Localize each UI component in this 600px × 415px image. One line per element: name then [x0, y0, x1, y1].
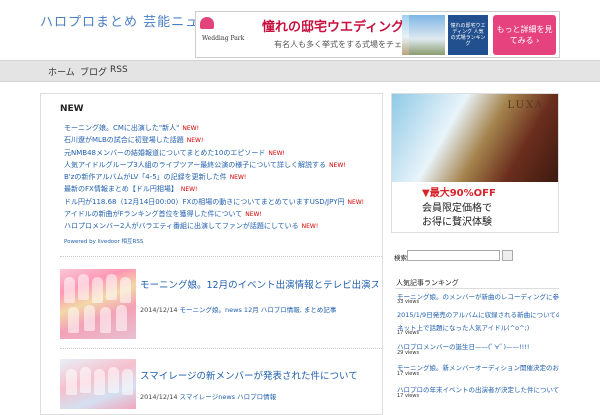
top-banner-ad[interactable]: Wedding Park 憧れの邸宅ウエディング! 有名人も多く挙式をする式場を… — [195, 11, 560, 58]
ranking-item-views: 29 views — [397, 350, 420, 356]
new-article-link[interactable]: アイドルの新曲がFランキング首位を獲得した件について — [64, 210, 242, 218]
post-tags[interactable]: ハロプロ情報, まとめ記事 — [261, 306, 337, 314]
wedding-park-logo: Wedding Park — [198, 15, 256, 53]
new-badge: NEW! — [229, 174, 247, 182]
new-article-item: 最新のFX情報まとめ【ドル円相場】 NEW! — [64, 183, 382, 195]
new-article-link[interactable]: 石川遼がMLBの試合に初登場した話題 — [64, 136, 184, 144]
banner-subtext: 有名人も多く挙式をする式場をチェック — [274, 40, 418, 49]
new-article-link[interactable]: 人気アイドルグループ3人組のライブツアー最終公演の様子について詳しく解説する — [64, 161, 326, 169]
new-badge: NEW! — [347, 198, 365, 206]
new-article-item: ハロプロメンバー2人がバラエティ番組に出演してファンが話題にしている NEW! — [64, 220, 382, 232]
ranking-item-title[interactable]: ハロプロメンバーの誕生日——(ﾟ∀ﾟ)——!!!! — [397, 341, 559, 351]
banner-badge: 憧れの邸宅ウエディング 人気の式場ランキング — [448, 15, 488, 55]
divider — [395, 288, 559, 289]
new-badge: NEW! — [186, 137, 204, 145]
ranking-item-views: 17 views — [397, 371, 420, 377]
nav-item-home[interactable]: ホーム — [48, 65, 75, 78]
new-article-link[interactable]: ドル円が118.68（12月14日00:00）FXの相場の動きについてまとめてい… — [64, 198, 344, 206]
new-badge: NEW! — [182, 125, 199, 132]
heart-icon — [200, 17, 214, 29]
main-content: NEW モーニング娘。CMに出演した"新人" NEW! 石川遼がMLBの試合に初登場… — [40, 93, 383, 415]
luxa-logo: LUXA — [507, 100, 544, 111]
post-thumbnail[interactable] — [60, 359, 136, 409]
ad-discount: ▼最大90%OFF — [422, 188, 496, 199]
post-meta: 2014/12/14 モーニング娘。news 12月 ハロプロ情報, まとめ記事 — [140, 304, 336, 314]
banner-more-button[interactable]: もっと詳細を見てみる › — [493, 15, 556, 55]
search-button[interactable] — [502, 250, 513, 261]
ranking-item-views: 17 views — [397, 393, 420, 399]
post-category[interactable]: モーニング娘。news 12月 — [180, 306, 259, 314]
new-article-item: 人気アイドルグループ3人組のライブツアー最終公演の様子について詳しく解説する NE… — [64, 159, 382, 171]
post-title[interactable]: スマイレージの新メンバーが発表された件について — [140, 368, 378, 382]
new-article-item: モーニング娘。CMに出演した"新人" NEW! — [64, 122, 382, 134]
new-article-item: 石川遼がMLBの試合に初登場した話題 NEW! — [64, 134, 382, 146]
ranking-item-title[interactable]: ネット上で話題になった人気アイドル(^o^;) — [397, 322, 559, 332]
post-date: 2014/12/14 — [140, 306, 178, 314]
nav-item-rss[interactable]: RSS — [110, 65, 128, 75]
new-article-link[interactable]: B'zの新作アルバムがLV「4-5」の記録を更新した件 — [64, 173, 227, 181]
new-badge: NEW! — [301, 223, 319, 231]
main-nav: ホーム ブログ RSS — [0, 60, 600, 82]
ad-copy: お得に贅沢体験 — [422, 217, 492, 228]
post-title[interactable]: モーニング娘。12月のイベント出演情報とテレビ出演スケジュールまとめ（1） — [140, 277, 378, 291]
nav-item-blog[interactable]: ブログ — [80, 65, 107, 78]
post-thumbnail[interactable] — [60, 269, 136, 339]
ranking-item-title[interactable]: モーニング娘。のメンバーが新曲のレコーディングに参加したエピソードまとめ — [397, 291, 559, 301]
banner-headline: 憧れの邸宅ウエディング! — [262, 20, 410, 35]
new-badge: NEW! — [329, 161, 346, 169]
new-badge: NEW! — [268, 149, 285, 157]
new-section-heading: NEW — [60, 104, 84, 114]
new-article-item: アイドルの新曲がFランキング首位を獲得した件について NEW! — [64, 208, 382, 220]
ranking-item-title[interactable]: ハロプロの年末イベントの出演者が決定した件についてファンの反応をまとめてみた — [397, 384, 559, 394]
powered-by-link[interactable]: Powered by livedoor 相互RSS — [64, 237, 143, 245]
new-article-link[interactable]: ハロプロメンバー2人がバラエティ番組に出演してファンが話題にしている — [64, 222, 299, 230]
new-article-link[interactable]: モーニング娘。CMに出演した"新人" — [64, 124, 179, 132]
sidebar-ad-luxa[interactable]: LUXA ▼最大90%OFF 会員限定価格で お得に贅沢体験 — [391, 93, 559, 233]
ranking-item-views: 17 views — [397, 330, 420, 336]
ranking-heading: 人気記事ランキング — [396, 279, 459, 287]
new-article-link[interactable]: 元NMB48メンバーの結婚報道についてまとめた10のエピソード — [64, 149, 265, 157]
new-articles-list: モーニング娘。CMに出演した"新人" NEW! 石川遼がMLBの試合に初登場した話題… — [64, 122, 382, 233]
banner-photo — [409, 15, 445, 55]
ranking-item-title[interactable]: モーニング娘。新メンバーオーディション開催決定のお知らせ！HAPPYが止まらない — [397, 362, 559, 372]
banner-brand: Wedding Park — [202, 35, 245, 42]
new-article-item: ドル円が118.68（12月14日00:00）FXの相場の動きについてまとめてい… — [64, 196, 382, 208]
new-article-item: B'zの新作アルバムがLV「4-5」の記録を更新した件 NEW! — [64, 171, 382, 183]
divider — [60, 348, 382, 349]
search-input[interactable] — [407, 250, 500, 261]
ranking-item-views: 33 views — [397, 299, 420, 305]
ranking-item-title[interactable]: 2015/1/9日発売のアルバムに収録される新曲についての情報15曲を公開！日本 — [397, 309, 559, 319]
new-article-item: 元NMB48メンバーの結婚報道についてまとめた10のエピソード NEW! — [64, 147, 382, 159]
divider — [60, 256, 382, 257]
new-badge: NEW! — [245, 211, 262, 219]
new-article-link[interactable]: 最新のFX情報まとめ【ドル円相場】 — [64, 185, 178, 193]
ad-copy: 会員限定価格で — [422, 203, 492, 214]
new-badge: NEW! — [180, 186, 198, 194]
